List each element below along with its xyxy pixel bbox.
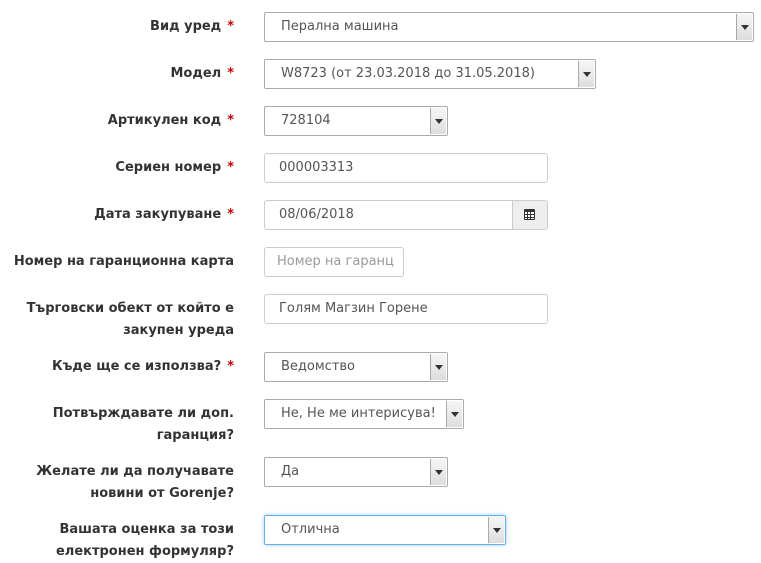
serial-number-label-text: Сериен номер: [115, 160, 222, 175]
model-label: Модел *: [4, 63, 234, 85]
model-select[interactable]: W8723 (от 23.03.2018 до 31.05.2018): [264, 59, 596, 89]
article-code-select[interactable]: 728104: [264, 106, 448, 136]
device-type-select[interactable]: Перална машина: [264, 12, 754, 42]
store-label: Търговски обект от който е закупен уреда: [4, 298, 234, 342]
model-label-text: Модел: [170, 66, 222, 81]
extra-warranty-label-line1: Потвърждавате ли доп.: [52, 406, 234, 421]
model-value: W8723 (от 23.03.2018 до 31.05.2018): [281, 66, 535, 81]
rating-select[interactable]: Отлична: [264, 515, 506, 545]
store-input[interactable]: Голям Магзин Горене: [264, 294, 548, 324]
warranty-card-placeholder: Номер на гаранц: [277, 254, 394, 269]
rating-label-line1: Вашата оценка за този: [59, 522, 234, 537]
usage-select[interactable]: Ведомство: [264, 352, 448, 382]
extra-warranty-select[interactable]: Не, Не ме интерисува!: [264, 399, 464, 429]
date-picker-button[interactable]: [512, 201, 547, 229]
newsletter-select[interactable]: Да: [264, 457, 448, 487]
extra-warranty-label: Потвърждавате ли доп. гаранция?: [4, 403, 234, 447]
extra-warranty-label-line2: гаранция?: [156, 428, 234, 443]
warranty-card-input[interactable]: Номер на гаранц: [264, 247, 404, 277]
chevron-down-icon[interactable]: [430, 354, 446, 380]
newsletter-label-line1: Желате ли да получавате: [36, 464, 234, 479]
required-mark: *: [227, 19, 234, 34]
chevron-down-icon[interactable]: [736, 14, 752, 40]
store-label-line1: Търговски обект от който е: [26, 301, 234, 316]
newsletter-value: Да: [281, 464, 300, 479]
chevron-down-icon[interactable]: [446, 401, 462, 427]
chevron-down-icon[interactable]: [578, 61, 594, 87]
newsletter-label: Желате ли да получавате новини от Gorenj…: [4, 461, 234, 505]
device-type-value: Перална машина: [281, 19, 399, 34]
extra-warranty-value: Не, Не ме интерисува!: [281, 406, 436, 421]
warranty-card-label-text: Номер на гаранционна карта: [13, 254, 234, 269]
serial-number-label: Сериен номер *: [4, 157, 234, 179]
required-mark: *: [227, 113, 234, 128]
store-label-line2: закупен уреда: [123, 323, 234, 338]
warranty-card-label: Номер на гаранционна карта: [0, 251, 234, 273]
article-code-label-text: Артикулен код: [107, 113, 222, 128]
rating-value: Отлична: [281, 522, 340, 537]
article-code-label: Артикулен код *: [4, 110, 234, 132]
rating-label-line2: електронен формуляр?: [55, 544, 234, 559]
article-code-value: 728104: [281, 113, 331, 128]
required-mark: *: [227, 207, 234, 222]
usage-label-text: Къде ще се използва?: [51, 359, 222, 374]
chevron-down-icon[interactable]: [430, 459, 446, 485]
purchase-date-value: 08/06/2018: [279, 207, 354, 222]
purchase-date-label: Дата закупуване *: [4, 204, 234, 226]
chevron-down-icon[interactable]: [488, 517, 504, 543]
required-mark: *: [227, 359, 234, 374]
chevron-down-icon[interactable]: [430, 108, 446, 134]
serial-number-value: 000003313: [279, 160, 354, 175]
purchase-date-input[interactable]: 08/06/2018: [264, 200, 548, 230]
device-type-label: Вид уред *: [4, 16, 234, 38]
serial-number-input[interactable]: 000003313: [264, 153, 548, 183]
purchase-date-label-text: Дата закупуване: [94, 207, 222, 222]
newsletter-label-line2: новини от Gorenje?: [90, 486, 234, 501]
store-value: Голям Магзин Горене: [279, 301, 428, 316]
required-mark: *: [227, 66, 234, 81]
required-mark: *: [227, 160, 234, 175]
usage-value: Ведомство: [281, 359, 356, 374]
rating-label: Вашата оценка за този електронен формуля…: [4, 519, 234, 563]
calendar-icon: [524, 209, 535, 220]
device-type-label-text: Вид уред: [150, 19, 222, 34]
usage-label: Къде ще се използва? *: [4, 356, 234, 378]
